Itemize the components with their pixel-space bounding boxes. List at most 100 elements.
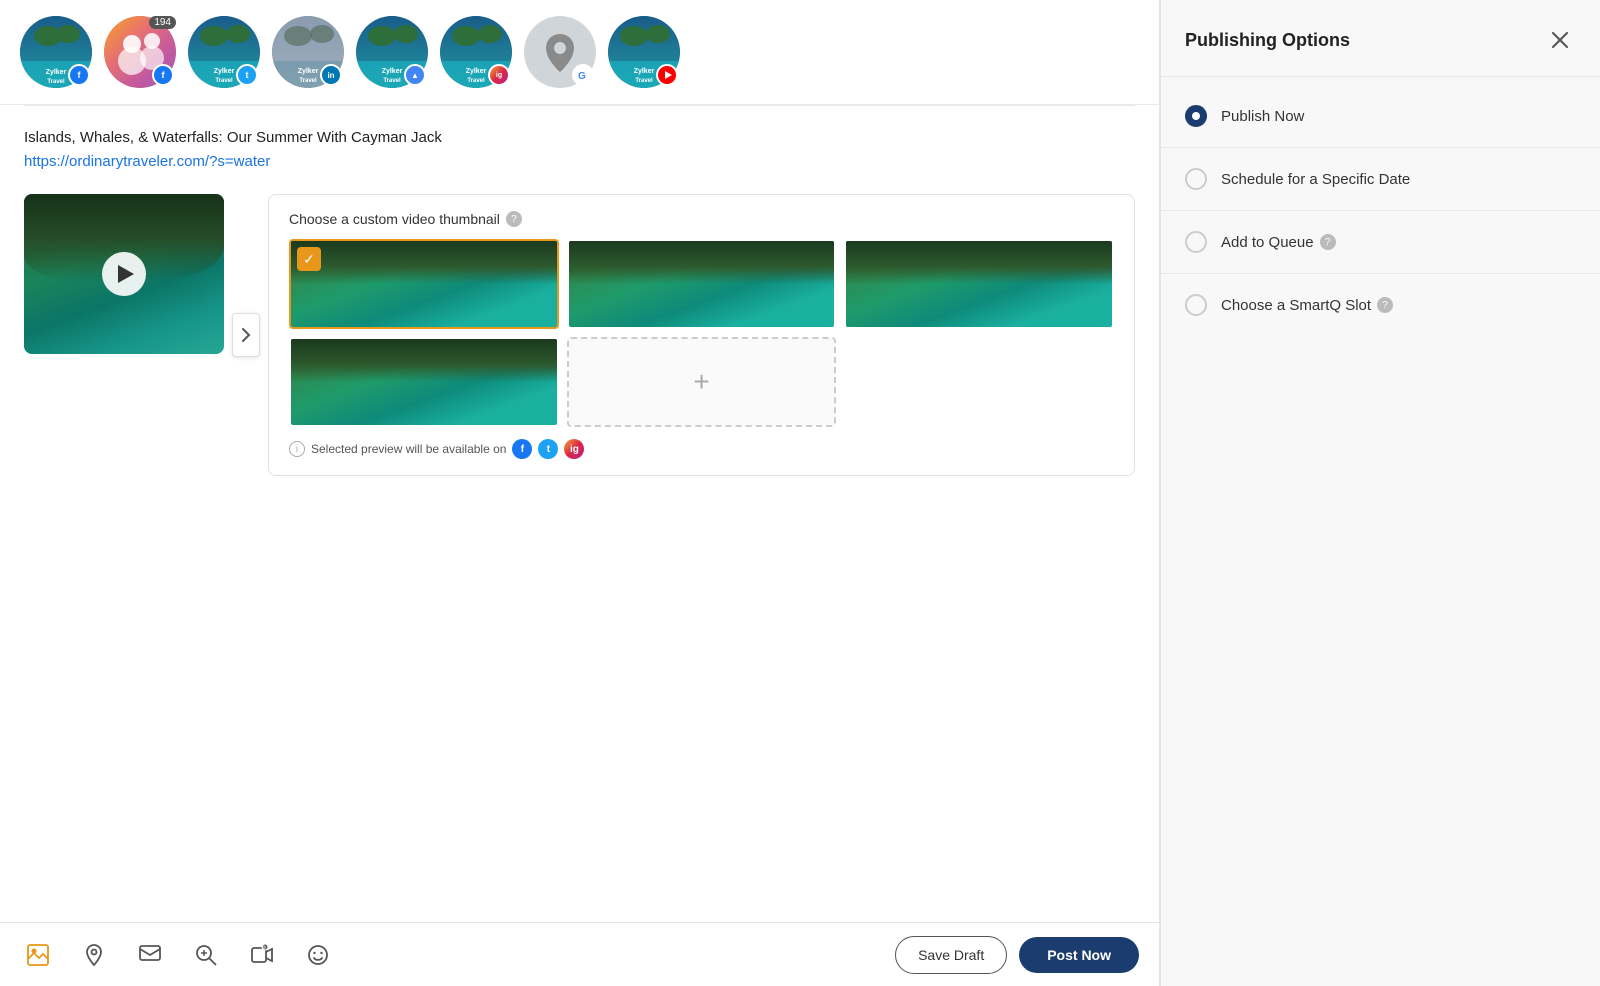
info-icon: i	[289, 441, 305, 457]
panel-header: Publishing Options	[1161, 0, 1600, 77]
svg-text:G: G	[578, 71, 586, 82]
preview-ig-icon: ig	[564, 439, 584, 459]
publish-now-text: Publish Now	[1221, 108, 1304, 125]
smartq-help-icon[interactable]: ?	[1377, 297, 1393, 313]
preview-tw-icon: t	[538, 439, 558, 459]
preview-text: Selected preview will be available on	[311, 442, 506, 456]
li-badge: in	[320, 64, 342, 86]
message-icon	[139, 945, 161, 965]
island-sm-3	[846, 241, 1112, 284]
toolbar-image-button[interactable]	[20, 937, 56, 973]
option-smartq[interactable]: Choose a SmartQ Slot ?	[1161, 274, 1600, 336]
thumbnail-add-new[interactable]: +	[567, 337, 837, 427]
post-link[interactable]: https://ordinarytraveler.com/?s=water	[24, 153, 270, 170]
panel-title: Publishing Options	[1185, 30, 1350, 51]
svg-text:Zylker: Zylker	[634, 68, 655, 75]
main-container: Zylker Travel f	[0, 0, 1600, 986]
radio-add-to-queue	[1185, 231, 1207, 253]
close-icon	[1552, 32, 1568, 48]
location-icon	[84, 944, 104, 966]
chevron-right-icon	[241, 327, 251, 343]
account-zylker-gmb[interactable]: Zylker Travel ▲	[356, 16, 428, 88]
option-add-to-queue[interactable]: Add to Queue ?	[1161, 211, 1600, 274]
island-sm-1	[291, 241, 557, 284]
left-panel: Zylker Travel f	[0, 0, 1160, 986]
thumb-check-icon: ✓	[297, 247, 321, 271]
video-preview	[24, 194, 224, 354]
toolbar-video-settings-button[interactable]: ⚙	[244, 937, 280, 973]
thumbnail-item-3[interactable]	[844, 239, 1114, 329]
account-zylker-li[interactable]: Zylker Travel in	[272, 16, 344, 88]
thumbnail-panel: Choose a custom video thumbnail ? ✓	[268, 194, 1135, 476]
svg-text:Travel: Travel	[215, 78, 233, 84]
play-button[interactable]	[102, 252, 146, 296]
toolbar-emoji-button[interactable]	[300, 937, 336, 973]
thumbnail-help-icon[interactable]: ?	[506, 211, 522, 227]
thumbnail-empty-slot	[844, 337, 1114, 427]
account-group[interactable]: f 194	[104, 16, 176, 88]
option-queue-label: Add to Queue ?	[1221, 234, 1336, 251]
tw-badge: t	[236, 64, 258, 86]
thumbnail-item-4[interactable]	[289, 337, 559, 427]
toolbar-location-button[interactable]	[76, 937, 112, 973]
option-publish-now-label: Publish Now	[1221, 108, 1304, 125]
preview-fb-icon: f	[512, 439, 532, 459]
option-smartq-label: Choose a SmartQ Slot ?	[1221, 297, 1393, 314]
accounts-bar: Zylker Travel f	[0, 0, 1159, 105]
video-settings-icon: ⚙	[251, 944, 273, 966]
thumbnail-item-1[interactable]: ✓	[289, 239, 559, 329]
play-triangle-icon	[118, 265, 134, 283]
schedule-text: Schedule for a Specific Date	[1221, 171, 1410, 188]
account-zylker-tw[interactable]: Zylker Travel t	[188, 16, 260, 88]
thumb-bg-1	[291, 241, 557, 327]
search-image-icon	[195, 944, 217, 966]
toolbar-message-button[interactable]	[132, 937, 168, 973]
svg-text:Zylker: Zylker	[214, 68, 235, 75]
gmb-badge: ▲	[404, 64, 426, 86]
thumb-bg-4	[291, 339, 557, 425]
toolbar-search-image-button[interactable]	[188, 937, 224, 973]
post-now-button[interactable]: Post Now	[1019, 937, 1139, 973]
svg-text:Zylker: Zylker	[466, 68, 487, 75]
panel-body: Publish Now Schedule for a Specific Date…	[1161, 77, 1600, 986]
bottom-toolbar: ⚙ Save Draft Post Now	[0, 922, 1159, 986]
toolbar-left: ⚙	[20, 937, 336, 973]
arrow-next-button[interactable]	[232, 313, 260, 357]
add-icon: +	[693, 366, 709, 398]
thumbnail-item-2[interactable]	[567, 239, 837, 329]
yt-badge	[656, 64, 678, 86]
svg-text:Zylker: Zylker	[46, 69, 67, 76]
gmb2-badge: G	[572, 64, 594, 86]
preview-info: i Selected preview will be available on …	[289, 439, 1114, 459]
thumbnail-grid: ✓	[289, 239, 1114, 427]
island-sm-4	[291, 339, 557, 382]
account-zylker-yt[interactable]: Zylker Travel	[608, 16, 680, 88]
emoji-icon	[307, 944, 329, 966]
close-panel-button[interactable]	[1544, 24, 1576, 56]
radio-publish-now	[1185, 105, 1207, 127]
account-zylker-ig[interactable]: Zylker Travel ig	[440, 16, 512, 88]
thumb-bg-2	[569, 241, 835, 327]
svg-text:Travel: Travel	[467, 78, 485, 84]
thumbnail-header: Choose a custom video thumbnail ?	[289, 211, 1114, 227]
group-count-badge: 194	[149, 16, 176, 29]
queue-text: Add to Queue	[1221, 234, 1314, 251]
post-text: Islands, Whales, & Waterfalls: Our Summe…	[24, 126, 1135, 174]
image-icon	[27, 944, 49, 966]
svg-text:Travel: Travel	[47, 79, 65, 85]
post-title: Islands, Whales, & Waterfalls: Our Summe…	[24, 126, 1135, 150]
toolbar-right: Save Draft Post Now	[895, 936, 1139, 974]
content-area: Islands, Whales, & Waterfalls: Our Summe…	[0, 106, 1159, 922]
account-gmb2[interactable]: G	[524, 16, 596, 88]
account-zylker-fb[interactable]: Zylker Travel f	[20, 16, 92, 88]
save-draft-button[interactable]: Save Draft	[895, 936, 1007, 974]
island-sm-2	[569, 241, 835, 284]
thumb-bg-3	[846, 241, 1112, 327]
queue-help-icon[interactable]: ?	[1320, 234, 1336, 250]
svg-text:Travel: Travel	[299, 78, 317, 84]
radio-inner-publish-now	[1192, 112, 1200, 120]
radio-schedule	[1185, 168, 1207, 190]
svg-text:Zylker: Zylker	[382, 68, 403, 75]
option-schedule[interactable]: Schedule for a Specific Date	[1161, 148, 1600, 211]
option-publish-now[interactable]: Publish Now	[1161, 85, 1600, 148]
